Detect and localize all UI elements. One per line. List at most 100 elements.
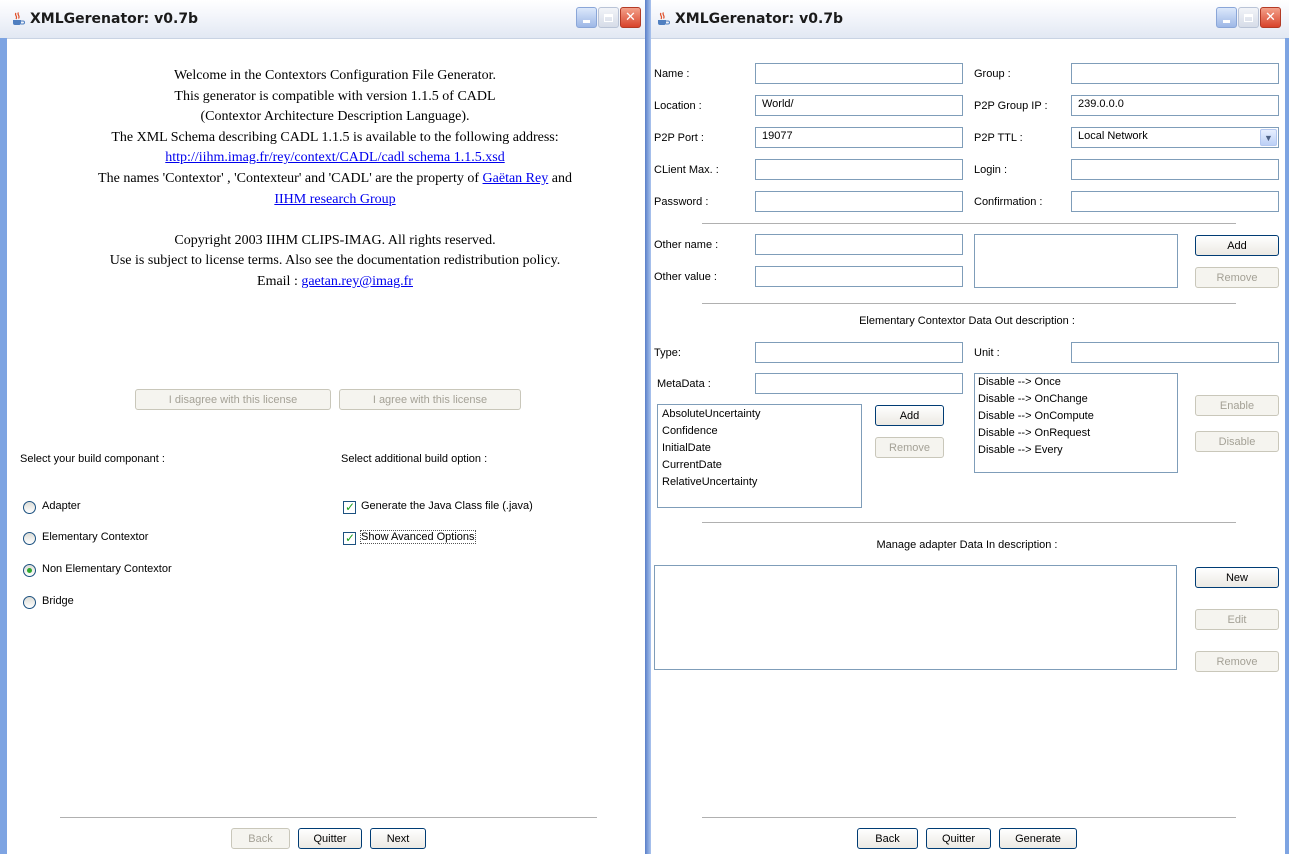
list-item[interactable]: RelativeUncertainty xyxy=(662,476,757,488)
add-other-button[interactable]: Add xyxy=(1195,235,1279,256)
author-link[interactable]: Gaëtan Rey xyxy=(483,171,549,186)
list-item[interactable]: Disable --> OnCompute xyxy=(978,410,1094,422)
password-field[interactable] xyxy=(755,191,963,212)
radio-adapter[interactable] xyxy=(23,501,36,514)
p2p-group-ip-field[interactable]: 239.0.0.0 xyxy=(1071,95,1279,116)
property-text-suffix: and xyxy=(548,170,572,186)
new-data-in-button[interactable]: New xyxy=(1195,567,1279,588)
radio-elementary-contextor[interactable] xyxy=(23,532,36,545)
trigger-list[interactable]: Disable --> Once Disable --> OnChange Di… xyxy=(974,373,1178,473)
remove-data-in-button[interactable]: Remove xyxy=(1195,651,1279,672)
minimize-button[interactable] xyxy=(576,7,597,28)
data-in-section-title: Manage adapter Data In description : xyxy=(876,539,1058,551)
welcome-line: The XML Schema describing CADL 1.1.5 is … xyxy=(111,129,559,145)
close-button[interactable]: ✕ xyxy=(620,7,641,28)
p2p-ttl-label: P2P TTL : xyxy=(974,132,1023,144)
schema-link[interactable]: http://iihm.imag.fr/rey/context/CADL/cad… xyxy=(165,150,504,165)
list-item[interactable]: Confidence xyxy=(662,425,718,437)
section-separator xyxy=(702,303,1236,304)
unit-label: Unit : xyxy=(974,347,1000,359)
add-metadata-button[interactable]: Add xyxy=(875,405,944,426)
maximize-button[interactable] xyxy=(1238,7,1259,28)
other-value-field[interactable] xyxy=(755,266,963,287)
confirmation-field[interactable] xyxy=(1071,191,1279,212)
generate-java-checkbox[interactable]: ✓ xyxy=(343,500,356,514)
footer-separator xyxy=(702,817,1236,818)
email-link[interactable]: gaetan.rey@imag.fr xyxy=(301,274,413,289)
list-item[interactable]: InitialDate xyxy=(662,442,711,454)
welcome-text: Welcome in the Contextors Configuration … xyxy=(40,66,630,293)
radio-label: Non Elementary Contextor xyxy=(42,563,172,575)
group-field[interactable] xyxy=(1071,63,1279,84)
list-item[interactable]: AbsoluteUncertainty xyxy=(662,408,760,420)
list-item[interactable]: Disable --> OnChange xyxy=(978,393,1088,405)
radio-label: Adapter xyxy=(42,500,81,512)
window-title: XMLGerenator: v0.7b xyxy=(30,11,199,27)
type-field[interactable] xyxy=(755,342,963,363)
minimize-icon xyxy=(1223,20,1230,23)
remove-other-button[interactable]: Remove xyxy=(1195,267,1279,288)
list-item[interactable]: Disable --> OnRequest xyxy=(978,427,1090,439)
remove-metadata-button[interactable]: Remove xyxy=(875,437,944,458)
show-advanced-checkbox[interactable]: ✓ xyxy=(343,531,356,545)
metadata-field[interactable] xyxy=(755,373,963,394)
data-in-list[interactable] xyxy=(654,565,1177,670)
quit-button[interactable]: Quitter xyxy=(926,828,991,849)
window-border xyxy=(645,0,651,854)
login-field[interactable] xyxy=(1071,159,1279,180)
other-properties-list[interactable] xyxy=(974,234,1178,288)
license-line: Use is subject to license terms. Also se… xyxy=(109,253,561,269)
location-field[interactable]: World/ xyxy=(755,95,963,116)
radio-bridge[interactable] xyxy=(23,596,36,609)
name-field[interactable] xyxy=(755,63,963,84)
confirmation-label: Confirmation : xyxy=(974,196,1043,208)
java-cup-icon xyxy=(658,12,670,25)
research-group-link[interactable]: IIHM research Group xyxy=(274,192,395,207)
quit-button[interactable]: Quitter xyxy=(298,828,362,849)
metadata-list[interactable]: AbsoluteUncertainty Confidence InitialDa… xyxy=(657,404,862,508)
list-item[interactable]: Disable --> Every xyxy=(978,444,1063,456)
client-max-field[interactable] xyxy=(755,159,963,180)
group-label: Group : xyxy=(974,68,1011,80)
list-item[interactable]: CurrentDate xyxy=(662,459,722,471)
name-label: Name : xyxy=(654,68,690,80)
data-out-section-title: Elementary Contextor Data Out descriptio… xyxy=(859,315,1075,327)
generate-button[interactable]: Generate xyxy=(999,828,1077,849)
maximize-icon xyxy=(604,13,613,22)
radio-label: Elementary Contextor xyxy=(42,531,149,543)
email-label: Email : xyxy=(257,273,302,289)
checkbox-label: Generate the Java Class file (.java) xyxy=(361,500,533,512)
minimize-button[interactable] xyxy=(1216,7,1237,28)
back-button[interactable]: Back xyxy=(231,828,290,849)
client-max-label: CLient Max. : xyxy=(654,164,719,176)
list-item[interactable]: Disable --> Once xyxy=(978,376,1061,388)
check-icon: ✓ xyxy=(345,500,356,514)
chevron-down-icon[interactable]: ▼ xyxy=(1260,129,1277,146)
window-title: XMLGerenator: v0.7b xyxy=(675,11,844,27)
close-icon: ✕ xyxy=(625,10,636,25)
p2p-ttl-select[interactable]: Local Network ▼ xyxy=(1071,127,1279,148)
close-icon: ✕ xyxy=(1265,10,1276,25)
build-component-label: Select your build componant : xyxy=(20,453,165,465)
copyright-line: Copyright 2003 IIHM CLIPS-IMAG. All righ… xyxy=(174,232,496,248)
window-frame-right xyxy=(1285,38,1289,854)
java-cup-icon xyxy=(13,12,25,25)
edit-data-in-button[interactable]: Edit xyxy=(1195,609,1279,630)
maximize-button[interactable] xyxy=(598,7,619,28)
back-button[interactable]: Back xyxy=(857,828,918,849)
maximize-icon xyxy=(1244,13,1253,22)
disagree-button[interactable]: I disagree with this license xyxy=(135,389,331,410)
property-text: The names 'Contextor' , 'Contexteur' and… xyxy=(98,170,483,186)
next-button[interactable]: Next xyxy=(370,828,426,849)
enable-button[interactable]: Enable xyxy=(1195,395,1279,416)
p2p-port-label: P2P Port : xyxy=(654,132,704,144)
login-label: Login : xyxy=(974,164,1008,176)
agree-button[interactable]: I agree with this license xyxy=(339,389,521,410)
disable-button[interactable]: Disable xyxy=(1195,431,1279,452)
p2p-port-field[interactable]: 19077 xyxy=(755,127,963,148)
other-name-field[interactable] xyxy=(755,234,963,255)
radio-non-elementary-contextor[interactable] xyxy=(23,564,36,577)
unit-field[interactable] xyxy=(1071,342,1279,363)
section-separator xyxy=(702,223,1236,224)
close-button[interactable]: ✕ xyxy=(1260,7,1281,28)
